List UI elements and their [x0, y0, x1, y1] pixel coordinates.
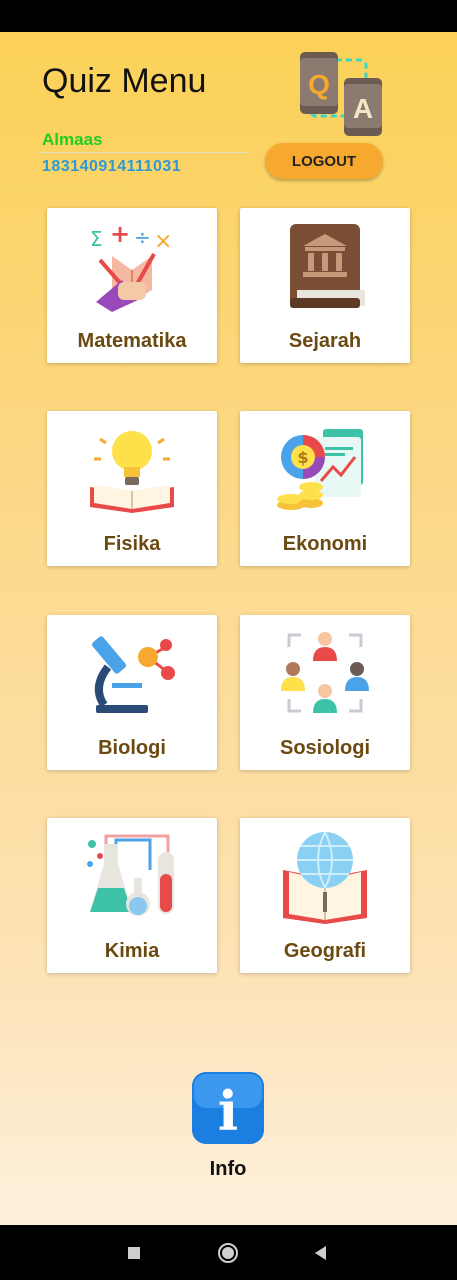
svg-text:Σ: Σ [90, 227, 103, 251]
subject-card-kimia[interactable]: Kimia [47, 818, 217, 973]
svg-text:$: $ [297, 448, 308, 467]
subject-label: Sejarah [288, 330, 362, 352]
info-glyph: i [218, 1079, 239, 1143]
subject-label: Geografi [283, 940, 367, 962]
status-bar [0, 0, 457, 32]
user-name: Almaas [42, 130, 103, 149]
logo-letter-q: Q [308, 69, 330, 100]
subject-card-biologi[interactable]: Biologi [47, 615, 217, 770]
page-title: Quiz Menu [42, 62, 207, 100]
navigation-bar [0, 1225, 457, 1280]
subject-card-sejarah[interactable]: Sejarah [240, 208, 410, 363]
subject-label: Ekonomi [282, 533, 368, 555]
subject-label: Fisika [103, 533, 161, 555]
lightbulb-book-icon [90, 431, 174, 513]
svg-text:×: × [154, 229, 172, 254]
subject-card-fisika[interactable]: Fisika [47, 411, 217, 566]
history-book-icon [290, 224, 365, 308]
info-icon[interactable]: i [192, 1072, 264, 1144]
subject-label: Sosiologi [280, 737, 370, 759]
globe-book-icon [283, 831, 367, 924]
svg-text:÷: ÷ [134, 225, 151, 249]
people-group-icon [281, 632, 369, 713]
divider [40, 152, 248, 153]
subject-card-geografi[interactable]: Geografi [240, 818, 410, 973]
subject-label: Biologi [98, 737, 166, 759]
chemistry-flask-icon [87, 834, 174, 916]
back-icon[interactable] [310, 1242, 332, 1264]
economy-chart-icon: $ [277, 429, 363, 510]
quiz-menu-screen: Quiz Menu Almaas 183140914111031 Q A LOG… [0, 32, 457, 1225]
user-id: 183140914111031 [42, 158, 182, 175]
subject-label: Matematika [77, 330, 187, 352]
subject-label: Kimia [104, 940, 160, 962]
qa-logo-icon: Q A [300, 52, 382, 136]
math-icon: Σ + ÷ × [90, 220, 172, 312]
subject-card-matematika[interactable]: Σ + ÷ × Matematika [47, 208, 217, 363]
microscope-icon [92, 636, 175, 713]
info-label: Info [209, 1158, 247, 1180]
subject-card-sosiologi[interactable]: Sosiologi [240, 615, 410, 770]
logo-letter-a: A [353, 93, 373, 124]
recent-apps-icon[interactable] [123, 1242, 145, 1264]
logout-button[interactable]: LOGOUT [265, 143, 383, 179]
subject-card-ekonomi[interactable]: $ Ekonomi [240, 411, 410, 566]
home-icon[interactable] [217, 1242, 239, 1264]
svg-text:+: + [110, 220, 130, 248]
